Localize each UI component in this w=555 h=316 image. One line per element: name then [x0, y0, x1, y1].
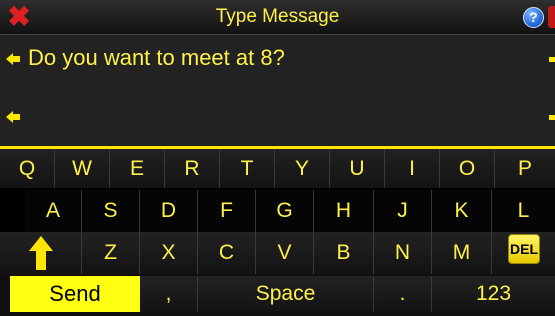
key-x[interactable]: X	[140, 232, 198, 274]
message-text: Do you want to meet at 8?	[28, 45, 285, 70]
left-arrow-icon	[6, 111, 20, 123]
key-d[interactable]: D	[140, 190, 198, 232]
record-indicator	[548, 6, 555, 28]
key-e[interactable]: E	[110, 149, 165, 188]
space-key[interactable]: Space	[198, 276, 374, 312]
send-button[interactable]: Send	[10, 276, 140, 312]
key-n[interactable]: N	[374, 232, 432, 274]
key-i[interactable]: I	[385, 149, 440, 188]
window-title: Type Message	[215, 6, 340, 27]
key-w[interactable]: W	[55, 149, 110, 188]
key-c[interactable]: C	[198, 232, 256, 274]
key-f[interactable]: F	[198, 190, 256, 232]
key-l[interactable]: L	[492, 190, 555, 232]
key-g[interactable]: G	[256, 190, 314, 232]
key-m[interactable]: M	[432, 232, 492, 274]
shift-arrow-up-icon	[28, 236, 53, 270]
key-j[interactable]: J	[374, 190, 432, 232]
key-z[interactable]: Z	[82, 232, 140, 274]
numbers-key[interactable]: 123	[432, 276, 555, 312]
key-h[interactable]: H	[314, 190, 374, 232]
delete-button[interactable]: DEL	[508, 234, 540, 264]
period-key[interactable]: .	[374, 276, 432, 312]
key-t[interactable]: T	[220, 149, 275, 188]
help-icon[interactable]: ?	[523, 7, 544, 28]
key-p[interactable]: P	[495, 149, 555, 188]
key-a[interactable]: A	[25, 190, 82, 232]
message-input[interactable]: Do you want to meet at 8?	[0, 35, 555, 146]
shift-key[interactable]	[0, 232, 82, 274]
key-s[interactable]: S	[82, 190, 140, 232]
key-y[interactable]: Y	[275, 149, 330, 188]
left-arrow-icon	[6, 53, 20, 65]
key-r[interactable]: R	[165, 149, 220, 188]
close-icon[interactable]: ✖	[6, 3, 32, 31]
key-o[interactable]: O	[440, 149, 495, 188]
key-k[interactable]: K	[432, 190, 492, 232]
scroll-marker	[549, 115, 555, 120]
scroll-marker	[549, 57, 555, 62]
key-b[interactable]: B	[314, 232, 374, 274]
key-u[interactable]: U	[330, 149, 385, 188]
comma-key[interactable]: ,	[140, 276, 198, 312]
key-v[interactable]: V	[256, 232, 314, 274]
key-q[interactable]: Q	[0, 149, 55, 188]
title-bar: Type Message ✖ ?	[0, 0, 555, 35]
